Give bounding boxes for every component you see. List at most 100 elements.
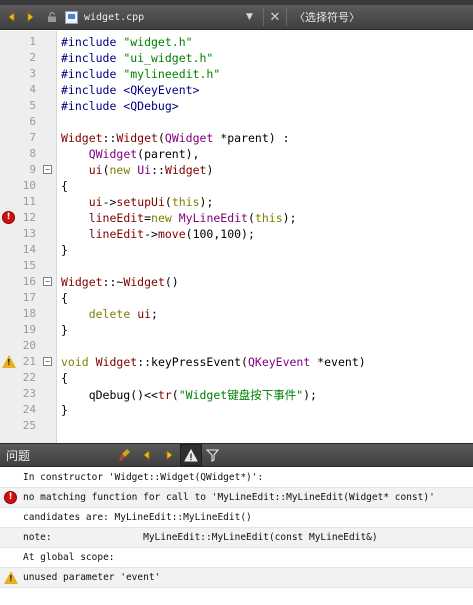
line-number: 21 [22, 355, 36, 368]
line-number: 5 [29, 99, 36, 112]
issue-text: no matching function for call to 'MyLine… [23, 492, 435, 503]
code-text: lineEdit=new MyLineEdit(this); [88, 211, 297, 225]
toolbar-divider [286, 8, 287, 26]
chevron-down-icon[interactable]: ▼ [246, 12, 260, 22]
arrow-right-icon[interactable] [21, 8, 39, 26]
line-number: 17 [22, 291, 36, 304]
code-line[interactable]: 3 #include "mylineedit.h" [0, 66, 473, 82]
line-number: 22 [22, 371, 36, 384]
code-line[interactable]: 8 QWidget(parent), [0, 146, 473, 162]
code-line[interactable]: 2 #include "ui_widget.h" [0, 50, 473, 66]
line-number: 7 [29, 131, 36, 144]
code-line[interactable]: 14} [0, 242, 473, 258]
code-text: { [61, 179, 68, 193]
code-line[interactable]: 24} [0, 402, 473, 418]
code-text: lineEdit->move(100,100); [88, 227, 255, 241]
code-line[interactable]: 17 { [0, 290, 473, 306]
code-line[interactable]: 25 [0, 418, 473, 434]
arrow-left-icon[interactable] [3, 8, 21, 26]
broom-icon[interactable] [114, 444, 136, 466]
issue-row[interactable]: At global scope: [0, 548, 473, 568]
code-line[interactable]: 15 [0, 258, 473, 274]
code-text: ui(new Ui::Widget) [88, 163, 214, 177]
line-number: 9 [29, 163, 36, 176]
code-line[interactable]: 19} [0, 322, 473, 338]
issues-list: In constructor 'Widget::Widget(QWidget*)… [0, 468, 473, 605]
issues-panel-header: 问题 [0, 443, 473, 467]
code-text: { [61, 291, 68, 305]
code-text: #include "widget.h" [61, 35, 193, 49]
line-number: 1 [29, 35, 36, 48]
code-line[interactable]: 9− ui(new Ui::Widget) [0, 162, 473, 178]
line-number: 10 [22, 179, 36, 192]
issue-text: candidates are: MyLineEdit::MyLineEdit() [23, 512, 252, 523]
issues-panel-title: 问题 [6, 448, 31, 463]
issue-row[interactable]: In constructor 'Widget::Widget(QWidget*)… [0, 468, 473, 488]
close-icon[interactable]: ✕ [267, 10, 283, 25]
code-line[interactable]: 13 lineEdit->move(100,100); [0, 226, 473, 242]
editor-toolbar: widget.cpp ▼ ✕ 〈选择符号〉 [0, 5, 473, 30]
line-number: 8 [29, 147, 36, 160]
symbol-selector[interactable]: 〈选择符号〉 [294, 9, 360, 25]
warning-icon[interactable] [180, 444, 202, 466]
code-line[interactable]: 1 #include "widget.h" [0, 34, 473, 50]
code-text: } [61, 243, 68, 257]
error-icon: ! [4, 491, 18, 505]
code-text: QWidget(parent), [88, 147, 200, 161]
code-editor[interactable]: 1 #include "widget.h" 2 #include "ui_widget… [0, 31, 473, 443]
code-text: #include <QKeyEvent> [61, 83, 200, 97]
line-number: 23 [22, 387, 36, 400]
code-line[interactable]: 20 [0, 338, 473, 354]
code-text: } [61, 323, 68, 337]
line-number: 4 [29, 83, 36, 96]
issue-text: note: MyLineEdit::MyLineEdit(const MyLin… [23, 532, 378, 543]
code-text: void Widget::keyPressEvent(QKeyEvent *ev… [61, 355, 366, 369]
fold-toggle-icon[interactable]: − [43, 165, 52, 174]
filter-icon[interactable] [202, 444, 224, 466]
fold-toggle-icon[interactable]: − [43, 277, 52, 286]
code-text: delete ui; [88, 307, 158, 321]
code-line[interactable]: ! 21− void Widget::keyPressEvent(QKeyEvent… [0, 354, 473, 370]
issue-row[interactable]: note: MyLineEdit::MyLineEdit(const MyLin… [0, 528, 473, 548]
code-line[interactable]: ! 12 lineEdit=new MyLineEdit(this); [0, 210, 473, 226]
cpp-file-icon [65, 10, 78, 24]
arrow-left-icon[interactable] [136, 444, 158, 466]
code-line[interactable]: 11 ui->setupUi(this); [0, 194, 473, 210]
code-line[interactable]: 18 delete ui; [0, 306, 473, 322]
code-line[interactable]: 6 [0, 114, 473, 130]
file-selector[interactable]: widget.cpp [84, 12, 244, 23]
toolbar-divider [263, 8, 264, 26]
line-number: 15 [22, 259, 36, 272]
line-number: 24 [22, 403, 36, 416]
issue-row[interactable]: ! unused parameter 'event' [0, 568, 473, 588]
code-line[interactable]: 23 qDebug()<<tr("Widget键盘按下事件"); [0, 386, 473, 402]
line-number: 11 [22, 195, 36, 208]
warning-icon: ! [4, 571, 18, 585]
code-line[interactable]: 22 { [0, 370, 473, 386]
lock-icon [43, 8, 61, 26]
line-number: 25 [22, 419, 36, 432]
code-text: { [61, 371, 68, 385]
line-number: 18 [22, 307, 36, 320]
code-text: #include "ui_widget.h" [61, 51, 214, 65]
code-line[interactable]: 16− Widget::~Widget() [0, 274, 473, 290]
line-number: 2 [29, 51, 36, 64]
line-number: 20 [22, 339, 36, 352]
code-line[interactable]: 5 #include <QDebug> [0, 98, 473, 114]
line-number: 16 [22, 275, 36, 288]
code-text: Widget::~Widget() [61, 275, 179, 289]
issue-row[interactable]: ! no matching function for call to 'MyLin… [0, 488, 473, 508]
code-text: ui->setupUi(this); [88, 195, 214, 209]
code-text: #include <QDebug> [61, 99, 179, 113]
arrow-right-icon[interactable] [158, 444, 180, 466]
line-number: 14 [22, 243, 36, 256]
line-number: 12 [22, 211, 36, 224]
line-number: 13 [22, 227, 36, 240]
fold-toggle-icon[interactable]: − [43, 357, 52, 366]
issue-text: In constructor 'Widget::Widget(QWidget*)… [23, 472, 264, 483]
issue-row[interactable]: candidates are: MyLineEdit::MyLineEdit() [0, 508, 473, 528]
code-line[interactable]: 10 { [0, 178, 473, 194]
code-line[interactable]: 7 Widget::Widget(QWidget *parent) : [0, 130, 473, 146]
code-line[interactable]: 4 #include <QKeyEvent> [0, 82, 473, 98]
issue-text: At global scope: [23, 552, 115, 563]
